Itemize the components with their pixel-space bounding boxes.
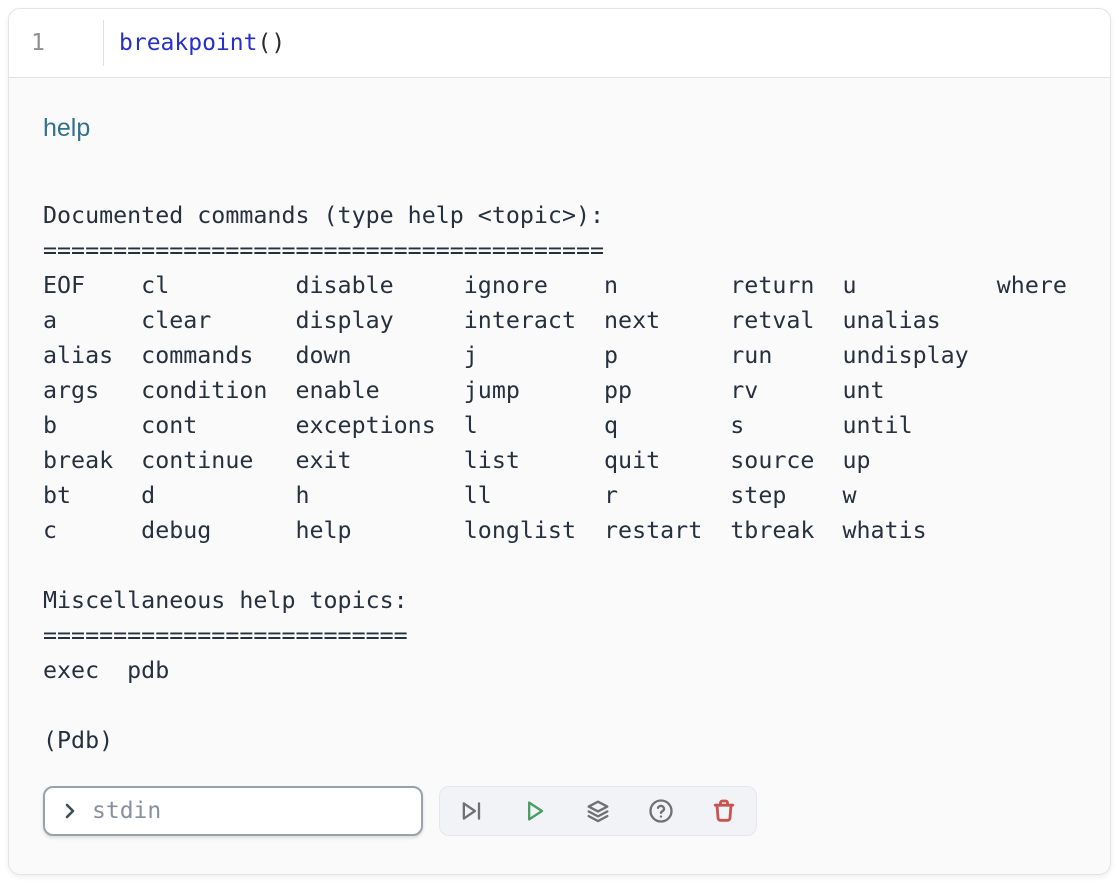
io-row: [43, 786, 1076, 836]
layers-icon: [584, 797, 612, 825]
step-button[interactable]: [457, 796, 487, 826]
echoed-command: help: [43, 114, 1076, 142]
code-function-token: breakpoint: [119, 30, 257, 56]
line-number: 1: [31, 30, 45, 56]
stack-button[interactable]: [583, 796, 613, 826]
run-button[interactable]: [520, 796, 550, 826]
trash-icon: [710, 797, 738, 825]
console-output-area: help Documented commands (type help <top…: [9, 78, 1110, 836]
code-parens-token: (): [257, 30, 285, 56]
clear-button[interactable]: [709, 796, 739, 826]
skip-forward-icon: [458, 797, 486, 825]
console-output-text: Documented commands (type help <topic>):…: [43, 198, 1076, 758]
question-circle-icon: [647, 797, 675, 825]
stdin-field-container[interactable]: [43, 786, 423, 836]
debug-toolbar: [439, 786, 757, 836]
code-content[interactable]: breakpoint(): [104, 9, 285, 77]
code-runner-panel: 1 breakpoint() help Documented commands …: [8, 8, 1111, 875]
line-number-gutter: 1: [9, 9, 104, 77]
play-icon: [521, 797, 549, 825]
help-button[interactable]: [646, 796, 676, 826]
stdin-input[interactable]: [92, 798, 409, 824]
chevron-right-icon: [58, 799, 82, 823]
code-editor-line[interactable]: 1 breakpoint(): [9, 9, 1110, 78]
